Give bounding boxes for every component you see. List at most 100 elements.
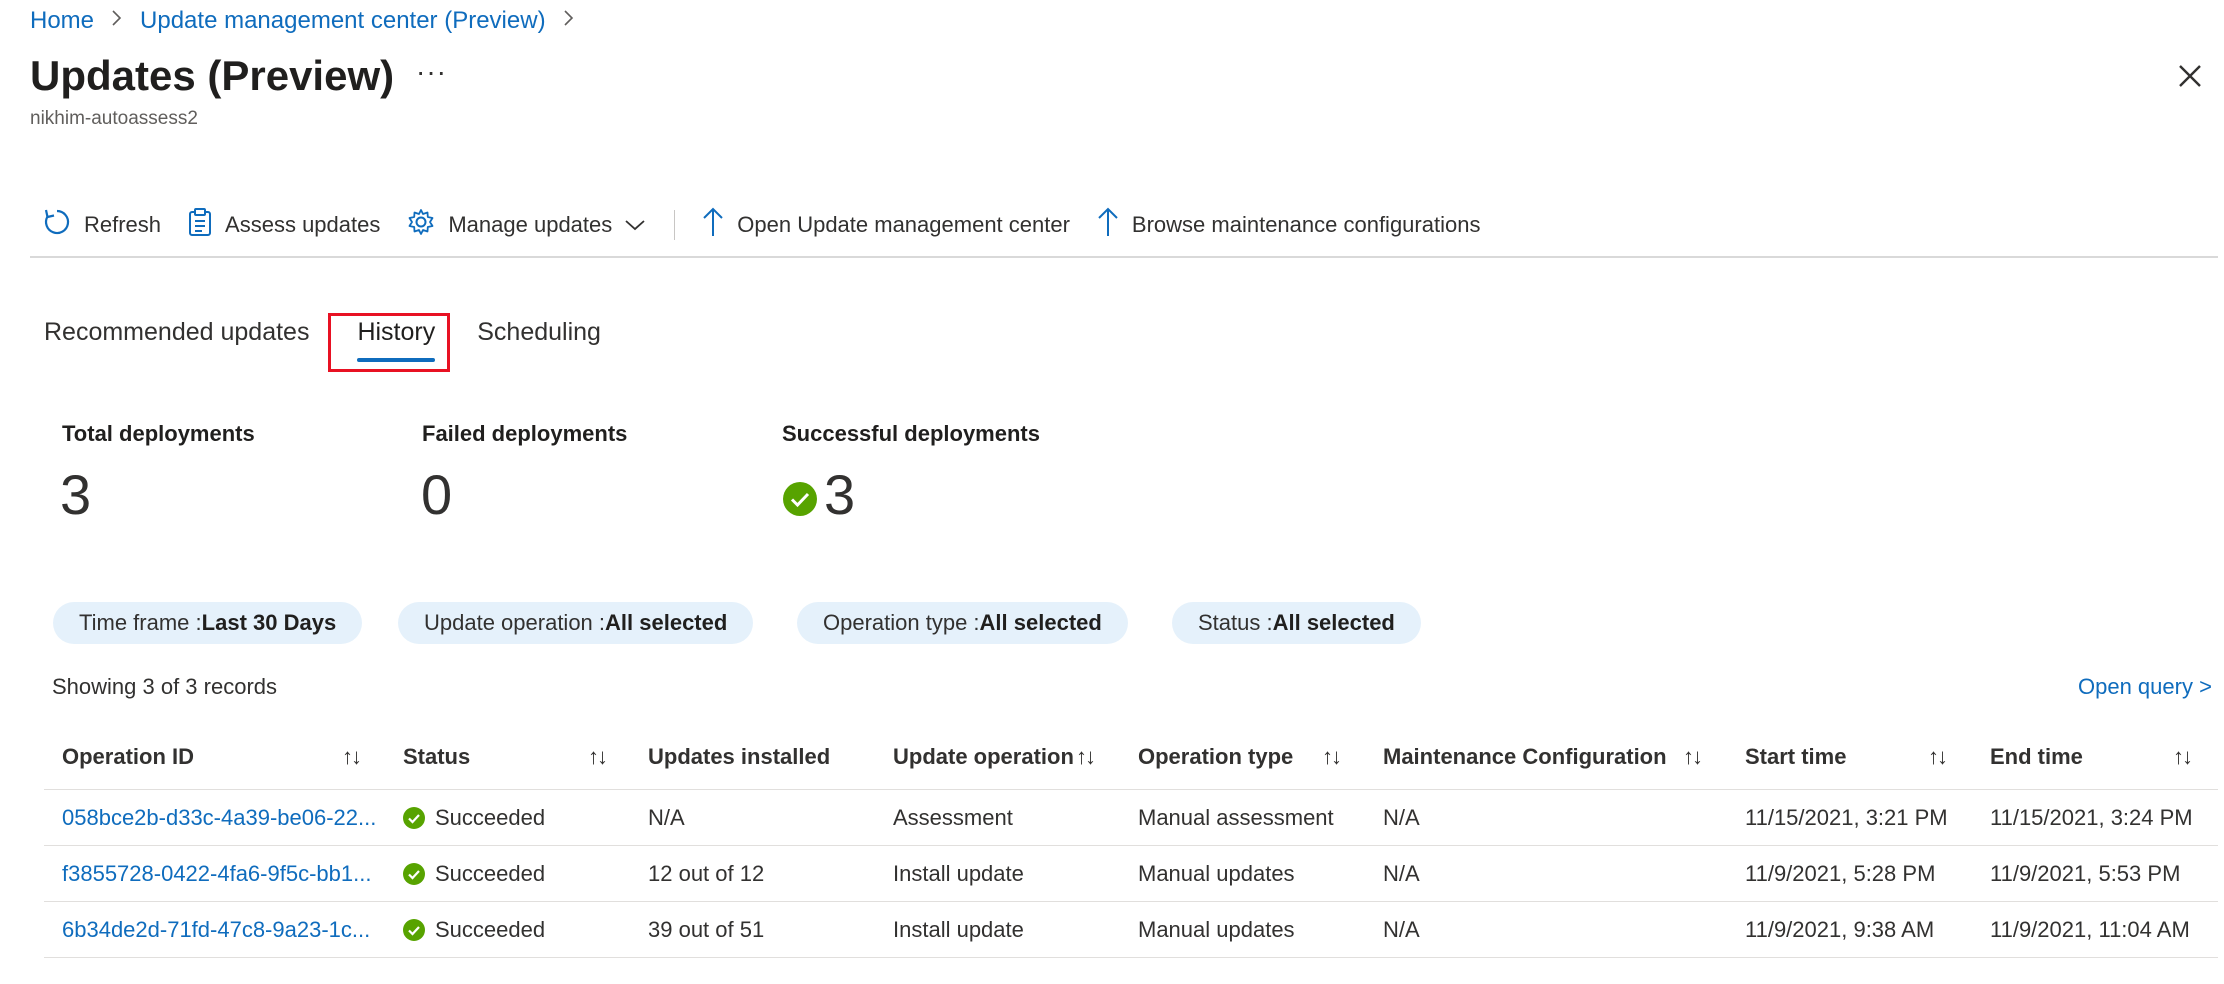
manage-updates-label: Manage updates <box>448 212 613 237</box>
history-tab-highlight <box>328 313 450 372</box>
maintenance-configuration-cell: N/A <box>1383 805 1420 830</box>
successful-deployments-label: Successful deployments <box>782 421 1040 446</box>
assess-updates-button[interactable]: Assess updates <box>175 202 394 248</box>
updates-installed-cell: 12 out of 12 <box>648 861 765 886</box>
sort-icon[interactable]: ↑↓ <box>1322 744 1342 770</box>
arrow-up-icon <box>1096 206 1120 244</box>
filter-operation-type[interactable]: Operation type : All selected <box>797 602 1128 644</box>
operation-type-cell: Manual assessment <box>1138 805 1334 830</box>
sort-icon[interactable]: ↑↓ <box>1683 744 1703 770</box>
success-check-icon <box>403 919 425 941</box>
sort-icon[interactable]: ↑↓ <box>588 744 608 770</box>
success-check-icon <box>403 807 425 829</box>
total-deployments-label: Total deployments <box>62 421 255 446</box>
table-divider <box>44 901 2218 902</box>
column-header-updates-installed: Updates installed <box>648 744 831 769</box>
arrow-up-icon <box>701 206 725 244</box>
filter-key: Time frame : <box>79 610 202 635</box>
end-time-cell: 11/9/2021, 5:53 PM <box>1990 861 2181 886</box>
clipboard-icon <box>187 207 213 243</box>
page-title: Updates (Preview) <box>30 52 395 99</box>
sort-icon[interactable]: ↑↓ <box>1928 744 1948 770</box>
table-divider <box>44 957 2218 958</box>
chevron-right-icon <box>110 8 124 34</box>
successful-deployments-value: 3 <box>824 463 856 526</box>
open-query-link[interactable]: Open query > <box>2078 674 2212 700</box>
filter-update-operation[interactable]: Update operation : All selected <box>398 602 754 644</box>
assess-updates-label: Assess updates <box>225 212 381 237</box>
update-operation-cell: Install update <box>893 917 1024 942</box>
column-header-status[interactable]: Status <box>403 744 470 774</box>
filter-time-frame[interactable]: Time frame : Last 30 Days <box>53 602 363 644</box>
updates-installed-cell: N/A <box>648 805 685 830</box>
operation-id-link[interactable]: f3855728-0422-4fa6-9f5c-bb1... <box>62 861 371 887</box>
filter-status[interactable]: Status : All selected <box>1172 602 1421 644</box>
success-check-icon <box>782 481 818 522</box>
failed-deployments-value: 0 <box>421 463 453 526</box>
table-divider <box>44 845 2218 846</box>
browse-maintenance-configurations-button[interactable]: Browse maintenance configurations <box>1084 202 1495 248</box>
filter-value: Last 30 Days <box>201 610 337 635</box>
manage-updates-dropdown[interactable]: Manage updates <box>394 202 660 248</box>
sort-icon[interactable]: ↑↓ <box>1076 744 1096 770</box>
operation-id-link[interactable]: 058bce2b-d33c-4a39-be06-22... <box>62 805 376 831</box>
toolbar-divider-line <box>30 256 2218 258</box>
filter-value: All selected <box>979 610 1102 635</box>
status-text: Succeeded <box>435 861 546 886</box>
toolbar-divider <box>674 210 676 240</box>
open-umc-label: Open Update management center <box>737 212 1070 237</box>
update-operation-cell: Assessment <box>893 805 1013 830</box>
filter-value: All selected <box>605 610 728 635</box>
tab-recommended-updates[interactable]: Recommended updates <box>44 318 309 347</box>
records-count: Showing 3 of 3 records <box>52 674 278 699</box>
maintenance-configuration-cell: N/A <box>1383 861 1420 886</box>
filter-key: Operation type : <box>823 610 980 635</box>
column-header-operation-id[interactable]: Operation ID <box>62 744 194 774</box>
start-time-cell: 11/9/2021, 5:28 PM <box>1745 861 1936 886</box>
end-time-cell: 11/15/2021, 3:24 PM <box>1990 805 2193 830</box>
breadcrumb: Home Update management center (Preview) <box>30 6 576 36</box>
resource-name: nikhim-autoassess2 <box>30 108 198 129</box>
status-cell: Succeeded <box>403 917 545 943</box>
open-update-management-center-button[interactable]: Open Update management center <box>689 202 1084 248</box>
refresh-label: Refresh <box>84 212 162 237</box>
operation-type-cell: Manual updates <box>1138 861 1295 886</box>
column-header-end-time[interactable]: End time <box>1990 744 2083 774</box>
operation-type-cell: Manual updates <box>1138 917 1295 942</box>
command-bar: Refresh Assess updates Manage updates Op… <box>30 202 1494 248</box>
status-cell: Succeeded <box>403 861 545 887</box>
total-deployments-value: 3 <box>60 463 92 526</box>
browse-label: Browse maintenance configurations <box>1131 212 1481 237</box>
tab-scheduling[interactable]: Scheduling <box>477 318 601 347</box>
more-options-button[interactable]: ··· <box>416 56 447 88</box>
breadcrumb-update-management-link[interactable]: Update management center (Preview) <box>140 7 546 35</box>
sort-icon[interactable]: ↑↓ <box>2173 744 2193 770</box>
refresh-icon <box>42 207 72 243</box>
chevron-down-icon <box>624 212 646 238</box>
filter-value: All selected <box>1272 610 1395 635</box>
success-check-icon <box>403 863 425 885</box>
start-time-cell: 11/15/2021, 3:21 PM <box>1745 805 1948 830</box>
column-header-update-operation[interactable]: Update operation <box>893 744 1074 774</box>
maintenance-configuration-cell: N/A <box>1383 917 1420 942</box>
table-divider <box>44 789 2218 790</box>
filter-key: Status : <box>1198 610 1273 635</box>
sort-icon[interactable]: ↑↓ <box>342 744 362 770</box>
updates-installed-cell: 39 out of 51 <box>648 917 765 942</box>
column-header-start-time[interactable]: Start time <box>1745 744 1846 774</box>
status-cell: Succeeded <box>403 805 545 831</box>
close-icon[interactable] <box>2172 58 2208 94</box>
column-header-operation-type[interactable]: Operation type <box>1138 744 1293 774</box>
end-time-cell: 11/9/2021, 11:04 AM <box>1990 917 2190 942</box>
column-header-maintenance-configuration[interactable]: Maintenance Configuration <box>1383 744 1667 774</box>
failed-deployments-label: Failed deployments <box>422 421 628 446</box>
status-text: Succeeded <box>435 805 546 830</box>
refresh-button[interactable]: Refresh <box>30 202 175 248</box>
status-text: Succeeded <box>435 917 546 942</box>
update-operation-cell: Install update <box>893 861 1024 886</box>
operation-id-link[interactable]: 6b34de2d-71fd-47c8-9a23-1c... <box>62 917 370 943</box>
breadcrumb-home-link[interactable]: Home <box>30 7 94 35</box>
chevron-right-icon <box>562 8 576 34</box>
gear-icon <box>406 207 436 243</box>
start-time-cell: 11/9/2021, 9:38 AM <box>1745 917 1935 942</box>
